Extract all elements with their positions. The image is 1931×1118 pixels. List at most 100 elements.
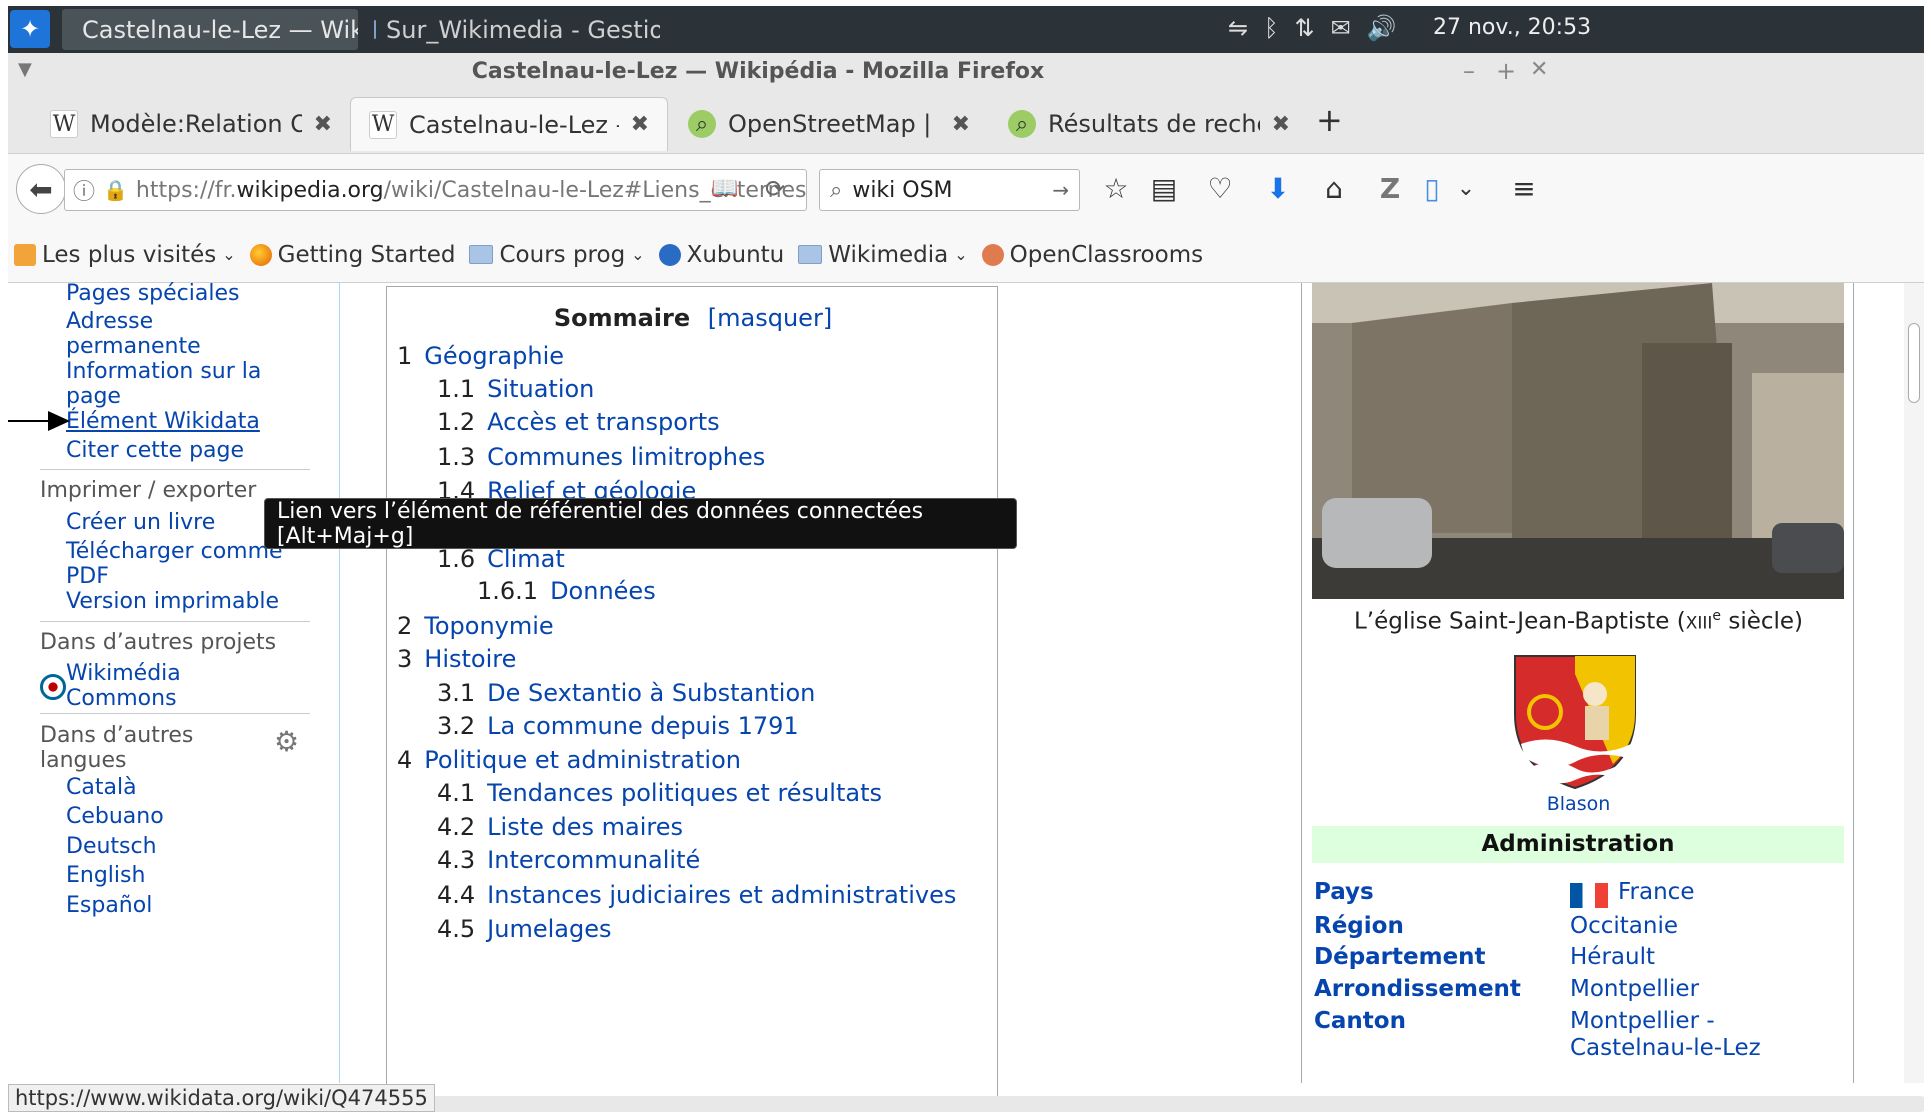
reload-icon[interactable]: ⟳ [765, 175, 785, 203]
value-region[interactable]: Occitanie [1570, 913, 1678, 939]
value-pays[interactable]: France [1618, 879, 1694, 905]
bookmark-openclassrooms[interactable]: OpenClassrooms [981, 242, 1203, 268]
toc-item[interactable]: 1 Géographie [397, 342, 564, 370]
close-tab-icon[interactable]: ✖ [314, 112, 332, 137]
vertical-scrollbar[interactable] [1904, 283, 1924, 1083]
bookmark-xubuntu[interactable]: Xubuntu [658, 242, 784, 268]
mail-icon[interactable]: ✉ [1331, 14, 1351, 42]
value-arrondissement[interactable]: Montpellier [1570, 976, 1699, 1002]
sidebar-link-lang[interactable]: Cebuano [66, 804, 164, 829]
url-bar[interactable]: ⓘ 🔒 https://fr.wikipedia.org/wiki/Castel… [64, 169, 807, 211]
gear-icon[interactable]: ⚙ [274, 725, 299, 758]
task-firefox[interactable]: Castelnau-le-Lez — Wikipédi... [62, 9, 358, 50]
new-tab-button[interactable]: + [1316, 101, 1343, 139]
toc-label: Climat [487, 545, 565, 573]
sidebar-link-telecharger-pdf[interactable]: Télécharger comme PDF [66, 539, 296, 589]
toc-item[interactable]: 1.6.1 Données [477, 577, 656, 605]
horizontal-scrollbar[interactable] [428, 1096, 1924, 1112]
photo-caption: L’église Saint-Jean-Baptiste (XIIIe sièc… [1302, 608, 1855, 635]
bookmarks-list-icon[interactable]: ▤ [1142, 166, 1186, 210]
sidebar-link-lang[interactable]: Deutsch [66, 834, 157, 859]
blason-link[interactable]: Blason [1302, 793, 1855, 815]
tab-openstreetmap[interactable]: ⌕ OpenStreetMap | Relatio... ✖ [670, 97, 988, 151]
label-canton[interactable]: Canton [1314, 1008, 1406, 1034]
search-bar[interactable]: ⌕ → [819, 169, 1080, 211]
task-file-manager[interactable]: Sur_Wikimedia - Gestionnair... [364, 9, 660, 50]
back-button[interactable]: ⬅ [16, 164, 66, 214]
toc-item[interactable]: 4.3 Intercommunalité [437, 846, 700, 874]
toc-number: 1.2 [437, 408, 476, 436]
bluetooth-icon[interactable]: ᛒ [1264, 14, 1278, 42]
zotero-icon[interactable]: Z [1368, 166, 1412, 210]
scrollbar-thumb[interactable] [1908, 323, 1920, 403]
bookmark-most-visited[interactable]: Les plus visités ⌄ [14, 242, 236, 268]
reader-view-icon[interactable]: 📖 [711, 176, 738, 201]
sidebar-link-wikimedia-commons[interactable]: Wikimédia Commons [66, 661, 206, 711]
toc-label: Accès et transports [487, 408, 720, 436]
transfer-icon[interactable]: ⇅ [1295, 14, 1315, 42]
sidebar-link-lang[interactable]: Español [66, 893, 152, 918]
xfce-menu-icon[interactable]: ✦ [10, 10, 50, 48]
info-icon[interactable]: ⓘ [73, 174, 95, 206]
sidebar-link-element-wikidata[interactable]: Élément Wikidata [66, 409, 260, 434]
sidebar-link-citer[interactable]: Citer cette page [66, 438, 244, 463]
toc-item[interactable]: 4 Politique et administration [397, 746, 741, 774]
toc-item[interactable]: 1.1 Situation [437, 375, 594, 403]
bookmark-star-icon[interactable]: ☆ [1094, 166, 1138, 210]
search-go-icon[interactable]: → [1052, 178, 1069, 202]
label-arrondissement[interactable]: Arrondissement [1314, 976, 1521, 1002]
label-region[interactable]: Région [1314, 913, 1404, 939]
maximize-icon[interactable]: + [1496, 57, 1516, 85]
toc-item[interactable]: 4.5 Jumelages [437, 915, 611, 943]
close-window-icon[interactable]: ✕ [1530, 57, 1548, 82]
close-tab-icon[interactable]: ✖ [952, 112, 970, 137]
sidebar-link-version-imprimable[interactable]: Version imprimable [66, 589, 279, 614]
toc-item[interactable]: 1.2 Accès et transports [437, 408, 720, 436]
bookmark-getting-started[interactable]: Getting Started [249, 242, 455, 268]
task-label: Sur_Wikimedia - Gestionnair... [386, 15, 660, 44]
close-tab-icon[interactable]: ✖ [631, 112, 649, 137]
screen: ✦ Castelnau-le-Lez — Wikipédi... Sur_Wik… [8, 6, 1924, 1112]
toc-item[interactable]: 1.6 Climat [437, 545, 565, 573]
label-pays[interactable]: Pays [1314, 879, 1374, 905]
url-text[interactable]: https://fr.wikipedia.org/wiki/Castelnau-… [136, 178, 807, 203]
search-input[interactable] [852, 177, 1043, 203]
tab-resultats-recherche[interactable]: ⌕ Résultats de recherche p... ✖ [990, 97, 1308, 151]
volume-icon[interactable]: 🔊 [1367, 14, 1397, 42]
toc-item[interactable]: 3.2 La commune depuis 1791 [437, 712, 799, 740]
tab-modele-relation-osm[interactable]: W Modèle:Relation OSM — ... ✖ [32, 97, 350, 151]
sidebar-link-creer-livre[interactable]: Créer un livre [66, 510, 215, 535]
chevron-down-icon[interactable]: ⌄ [1444, 166, 1488, 210]
pocket-icon[interactable]: ♡ [1198, 166, 1242, 210]
sidebar-link-pages-speciales[interactable]: Pages spéciales [66, 281, 239, 306]
hamburger-menu-icon[interactable]: ≡ [1502, 166, 1546, 210]
toc-item[interactable]: 2 Toponymie [397, 612, 554, 640]
url-scheme: https://fr. [135, 177, 237, 203]
tab-castelnau[interactable]: W Castelnau-le-Lez — Wikip... ✖ [350, 97, 668, 151]
toc-item[interactable]: 3.1 De Sextantio à Substantion [437, 679, 815, 707]
clock[interactable]: 27 nov., 20:53 [1433, 15, 1591, 40]
label-departement[interactable]: Département [1314, 944, 1486, 970]
sidebar-link-adresse-permanente[interactable]: Adresse permanente [66, 309, 286, 359]
coat-of-arms-image[interactable] [1513, 654, 1637, 790]
sidebar-link-lang[interactable]: Català [66, 775, 137, 800]
toc-item[interactable]: 4.2 Liste des maires [437, 813, 683, 841]
value-departement[interactable]: Hérault [1570, 944, 1655, 970]
bookmark-cours-prog[interactable]: Cours prog ⌄ [469, 242, 645, 268]
sidebar-link-lang[interactable]: English [66, 863, 145, 888]
church-photo[interactable] [1312, 283, 1844, 599]
toc-item[interactable]: 1.3 Communes limitrophes [437, 443, 765, 471]
toc-item[interactable]: 4.1 Tendances politiques et résultats [437, 779, 882, 807]
network-icon[interactable]: ⇋ [1228, 14, 1248, 42]
close-tab-icon[interactable]: ✖ [1272, 112, 1290, 137]
home-icon[interactable]: ⌂ [1312, 166, 1356, 210]
bookmark-wikimedia[interactable]: Wikimedia ⌄ [798, 242, 968, 268]
toc-item[interactable]: 4.4 Instances judiciaires et administrati… [437, 881, 956, 909]
value-canton[interactable]: Montpellier - [1570, 1008, 1715, 1034]
sidebar-link-information-page[interactable]: Information sur la page [66, 359, 286, 409]
toc-item[interactable]: 3 Histoire [397, 645, 516, 673]
downloads-icon[interactable]: ⬇ [1256, 166, 1300, 210]
minimize-icon[interactable]: – [1463, 57, 1475, 85]
value-canton-line2[interactable]: Castelnau-le-Lez [1570, 1035, 1761, 1061]
toc-toggle[interactable]: [masquer] [708, 304, 832, 332]
